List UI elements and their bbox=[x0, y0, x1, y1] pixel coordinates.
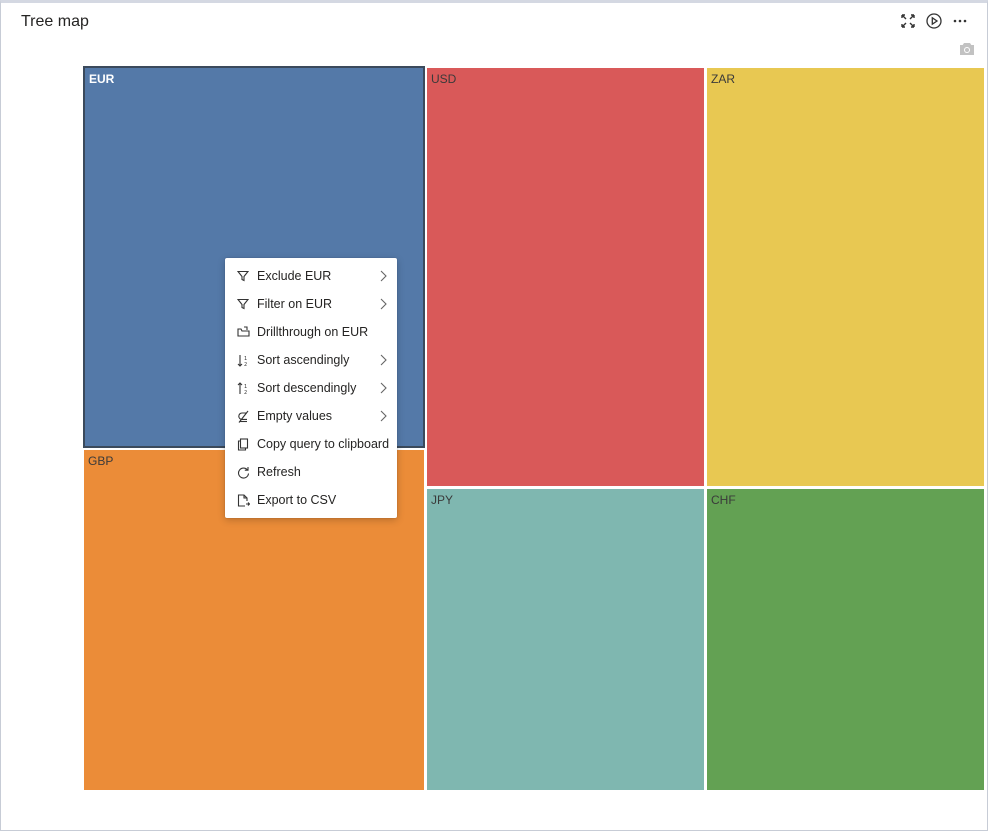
context-menu: Exclude EUR Filter on EUR Drillthrough o… bbox=[225, 258, 397, 518]
treemap-label: GBP bbox=[88, 454, 114, 468]
menu-item-empty-values[interactable]: Empty values bbox=[225, 402, 397, 430]
menu-item-exclude[interactable]: Exclude EUR bbox=[225, 262, 397, 290]
treemap-cell-zar[interactable]: ZAR bbox=[707, 68, 984, 486]
menu-item-label: Exclude EUR bbox=[257, 269, 332, 283]
export-file-icon bbox=[236, 493, 250, 507]
chevron-right-icon bbox=[379, 270, 387, 282]
menu-item-refresh[interactable]: Refresh bbox=[225, 458, 397, 486]
sort-descending-icon: 12 bbox=[236, 381, 250, 395]
sort-ascending-icon: 12 bbox=[236, 353, 250, 367]
copy-icon bbox=[236, 437, 250, 451]
chevron-right-icon bbox=[379, 382, 387, 394]
menu-item-label: Sort ascendingly bbox=[257, 353, 350, 367]
menu-item-label: Drillthrough on EUR bbox=[257, 325, 369, 339]
focus-mode-icon[interactable] bbox=[899, 12, 917, 30]
treemap-label: EUR bbox=[89, 72, 115, 86]
treemap-label: JPY bbox=[431, 493, 454, 507]
treemap-cell-chf[interactable]: CHF bbox=[707, 489, 984, 790]
menu-item-label: Filter on EUR bbox=[257, 297, 333, 311]
visual-toolbar bbox=[899, 12, 969, 30]
not-subset-icon bbox=[236, 409, 250, 423]
svg-text:2: 2 bbox=[244, 390, 247, 395]
treemap-label: CHF bbox=[711, 493, 736, 507]
svg-text:2: 2 bbox=[244, 362, 247, 367]
menu-item-label: Refresh bbox=[257, 465, 301, 479]
funnel-icon bbox=[236, 269, 250, 283]
play-icon[interactable] bbox=[925, 12, 943, 30]
visual-title: Tree map bbox=[21, 13, 89, 30]
camera-icon[interactable] bbox=[959, 42, 977, 58]
chevron-right-icon bbox=[379, 298, 387, 310]
menu-item-copy-query[interactable]: Copy query to clipboard bbox=[225, 430, 397, 458]
menu-item-export-csv[interactable]: Export to CSV bbox=[225, 486, 397, 514]
refresh-icon bbox=[236, 465, 250, 479]
visual-container: Tree map EUR GBP USD JPY ZAR CHF bbox=[0, 0, 988, 831]
treemap-cell-usd[interactable]: USD bbox=[427, 68, 704, 486]
menu-item-label: Export to CSV bbox=[257, 493, 337, 507]
drillthrough-icon bbox=[236, 325, 250, 339]
funnel-icon bbox=[236, 297, 250, 311]
treemap-label: ZAR bbox=[711, 72, 735, 86]
treemap-label: USD bbox=[431, 72, 457, 86]
menu-item-filter[interactable]: Filter on EUR bbox=[225, 290, 397, 318]
menu-item-label: Copy query to clipboard bbox=[257, 437, 390, 451]
chevron-right-icon bbox=[379, 410, 387, 422]
menu-item-drillthrough[interactable]: Drillthrough on EUR bbox=[225, 318, 397, 346]
more-options-icon[interactable] bbox=[951, 12, 969, 30]
menu-item-sort-ascending[interactable]: 12 Sort ascendingly bbox=[225, 346, 397, 374]
menu-item-label: Empty values bbox=[257, 409, 333, 423]
treemap-cell-jpy[interactable]: JPY bbox=[427, 489, 704, 790]
menu-item-label: Sort descendingly bbox=[257, 381, 357, 395]
chevron-right-icon bbox=[379, 354, 387, 366]
menu-item-sort-descending[interactable]: 12 Sort descendingly bbox=[225, 374, 397, 402]
